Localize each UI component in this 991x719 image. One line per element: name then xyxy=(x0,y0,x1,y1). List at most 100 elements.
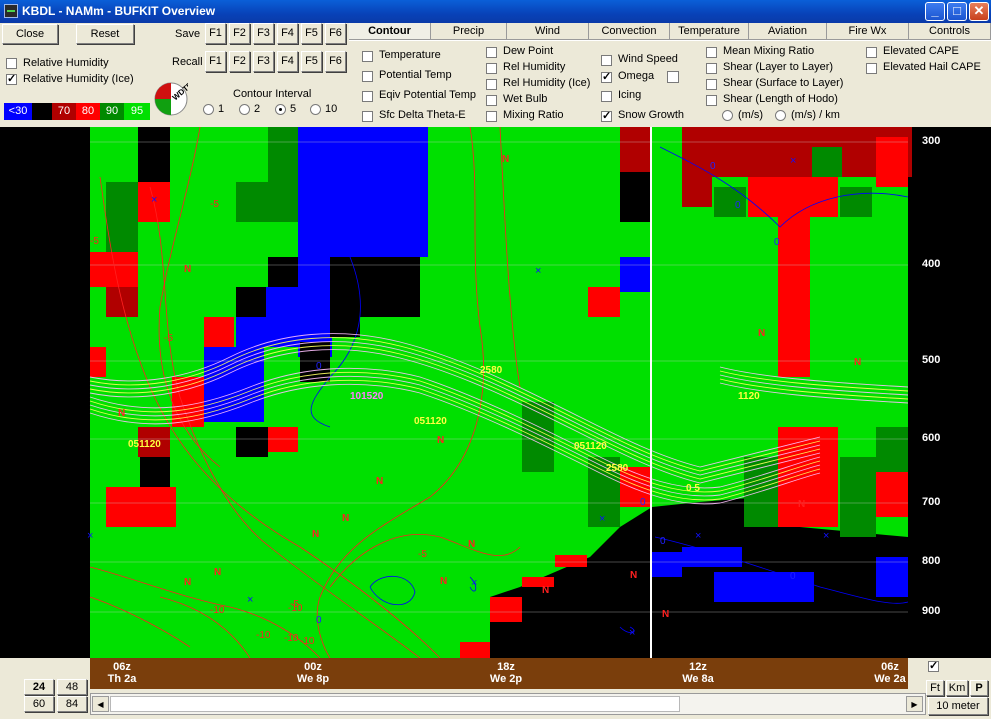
legend-swatch xyxy=(32,103,52,120)
interval-radio-1[interactable] xyxy=(203,104,214,115)
checkbox-eqiv-potential-temp[interactable] xyxy=(362,91,373,102)
tab-convection[interactable]: Convection xyxy=(589,23,670,40)
tab-fire-wx[interactable]: Fire Wx xyxy=(827,23,909,40)
contour-options-panel: Temperature Potential Temp Eqiv Potential … xyxy=(349,40,991,126)
time-label: 12z We 8a xyxy=(678,661,718,685)
n-marker: N xyxy=(184,264,191,275)
checkbox-rel-humidity-ice-[interactable] xyxy=(486,79,497,90)
checkbox-elevated-cape[interactable] xyxy=(866,47,877,58)
overview-plot[interactable]: -5 -5 -5 -5 -5 -10 -10 -10 -10 -10 0 0 0 0 0 0 0 0 2580 101… xyxy=(0,127,991,658)
tab-controls[interactable]: Controls xyxy=(909,23,991,40)
shear-ms-label: (m/s) xyxy=(738,109,764,121)
save-f6-button[interactable]: F6 xyxy=(325,23,346,44)
unit-ft-button[interactable]: Ft xyxy=(926,680,944,696)
unit-km-button[interactable]: Km xyxy=(946,680,968,696)
wind-level-button[interactable]: 10 meter xyxy=(928,697,988,715)
range-60-button[interactable]: 60 xyxy=(24,696,54,712)
label-mixing-ratio: Mixing Ratio xyxy=(503,109,564,121)
interval-radio-2[interactable] xyxy=(239,104,250,115)
checkbox-shear-length-of-hodo-[interactable] xyxy=(706,95,717,106)
checkbox-shear-layer-to-layer-[interactable] xyxy=(706,63,717,74)
checkbox-elevated-hail-cape[interactable] xyxy=(866,63,877,74)
checkbox-snow-growth[interactable] xyxy=(601,109,612,122)
relative-humidity-checkbox[interactable] xyxy=(6,58,17,69)
close-window-button[interactable]: ✕ xyxy=(969,2,989,21)
label-omega: Omega xyxy=(618,70,655,82)
scroll-thumb[interactable] xyxy=(110,696,680,712)
checkbox-omega[interactable] xyxy=(601,70,612,83)
minimize-button[interactable]: _ xyxy=(925,2,945,21)
reset-button[interactable]: Reset xyxy=(76,24,134,44)
rh-cell xyxy=(876,472,908,517)
tab-aviation[interactable]: Aviation xyxy=(749,23,827,40)
bottom-right-checkbox[interactable] xyxy=(928,659,939,672)
contour-value-label: -5 xyxy=(164,333,173,344)
save-f4-button[interactable]: F4 xyxy=(277,23,298,44)
checkbox-rel-humidity[interactable] xyxy=(486,63,497,74)
contour-value-label: 0 xyxy=(774,237,780,248)
range-48-button[interactable]: 48 xyxy=(57,679,87,695)
x-marker: × xyxy=(471,577,477,589)
shear-mskm-radio[interactable] xyxy=(775,110,786,121)
title-bar[interactable]: KBDL - NAMm - BUFKIT Overview _ □ ✕ xyxy=(0,0,991,23)
range-84-button[interactable]: 84 xyxy=(57,696,87,712)
maximize-button[interactable]: □ xyxy=(947,2,967,21)
recall-f5-button[interactable]: F5 xyxy=(301,51,322,72)
contour-value-label: -10 xyxy=(300,636,315,647)
recall-f2-button[interactable]: F2 xyxy=(229,51,250,72)
snow-growth-label: 2580 xyxy=(480,365,503,376)
shear-ms-radio[interactable] xyxy=(722,110,733,121)
x-marker: × xyxy=(535,265,541,277)
save-f5-button[interactable]: F5 xyxy=(301,23,322,44)
rh-cell xyxy=(748,177,838,217)
contour-value-label: 0 xyxy=(316,361,322,372)
checkbox-potential-temp[interactable] xyxy=(362,71,373,82)
omega-color-box[interactable] xyxy=(667,71,679,83)
tab-temperature[interactable]: Temperature xyxy=(670,23,749,40)
snow-growth-label: 2580 xyxy=(606,463,629,474)
recall-f6-button[interactable]: F6 xyxy=(325,51,346,72)
unit-p-button[interactable]: P xyxy=(970,680,988,696)
time-label: 00z We 8p xyxy=(293,661,333,685)
n-marker: N xyxy=(440,576,447,587)
relative-humidity-ice-checkbox[interactable] xyxy=(6,72,17,85)
checkbox-mixing-ratio[interactable] xyxy=(486,111,497,122)
contour-value-label: -10 xyxy=(256,630,271,641)
label-elevated-hail-cape: Elevated Hail CAPE xyxy=(883,61,981,73)
rh-cell xyxy=(236,182,298,222)
checkbox-dew-point[interactable] xyxy=(486,47,497,58)
n-marker: N xyxy=(468,539,475,550)
recall-f1-button[interactable]: F1 xyxy=(205,51,226,72)
checkbox-icing[interactable] xyxy=(601,91,612,102)
time-scrollbar[interactable]: ◀ ▶ xyxy=(90,693,926,715)
tab-contour[interactable]: Contour xyxy=(349,23,431,40)
save-f2-button[interactable]: F2 xyxy=(229,23,250,44)
tab-wind[interactable]: Wind xyxy=(507,23,589,40)
rh-cell xyxy=(106,487,176,527)
recall-f3-button[interactable]: F3 xyxy=(253,51,274,72)
contour-value-label: 0 xyxy=(735,200,741,211)
recall-label: Recall xyxy=(172,56,203,68)
scroll-left-arrow-icon[interactable]: ◀ xyxy=(92,696,109,712)
x-marker: × xyxy=(247,594,253,606)
checkbox-sfc-delta-theta-e[interactable] xyxy=(362,111,373,122)
range-24-button[interactable]: 24 xyxy=(24,679,54,695)
recall-f4-button[interactable]: F4 xyxy=(277,51,298,72)
close-button[interactable]: Close xyxy=(2,24,58,44)
scroll-right-arrow-icon[interactable]: ▶ xyxy=(906,696,923,712)
checkbox-wet-bulb[interactable] xyxy=(486,95,497,106)
pressure-level-label: 300 xyxy=(922,135,941,147)
tab-precip[interactable]: Precip xyxy=(431,23,507,40)
checkbox-temperature[interactable] xyxy=(362,51,373,62)
interval-radio-5[interactable] xyxy=(275,104,286,115)
save-f3-button[interactable]: F3 xyxy=(253,23,274,44)
contour-value-label: 0 xyxy=(710,161,716,172)
snow-growth-label: 1120 xyxy=(738,391,760,402)
checkbox-shear-surface-to-layer-[interactable] xyxy=(706,79,717,90)
checkbox-mean-mixing-ratio[interactable] xyxy=(706,47,717,58)
interval-radio-10[interactable] xyxy=(310,104,321,115)
interval-option-5: 5 xyxy=(290,103,297,115)
checkbox-wind-speed[interactable] xyxy=(601,55,612,66)
save-f1-button[interactable]: F1 xyxy=(205,23,226,44)
time-label-day: We 8p xyxy=(296,673,330,685)
